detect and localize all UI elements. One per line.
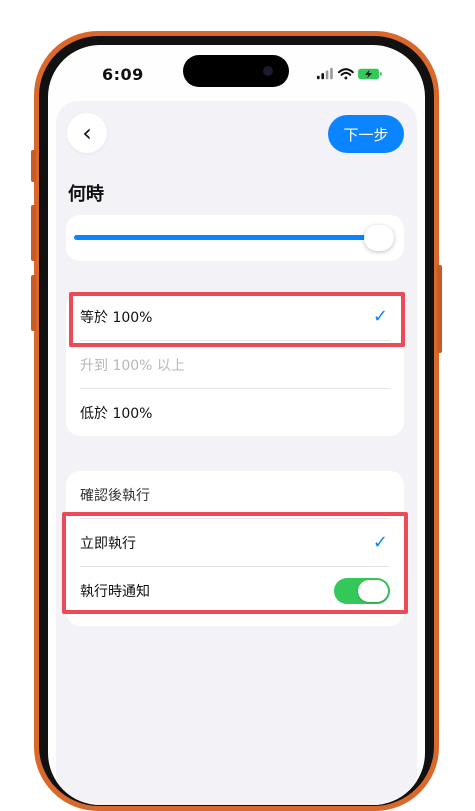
run-group-header: 確認後執行 (66, 471, 404, 518)
wifi-icon (337, 68, 354, 80)
power-button (437, 265, 442, 353)
camera-icon (263, 66, 273, 76)
volume-down-button (31, 275, 36, 331)
signal-icon (317, 67, 333, 80)
slider-fill (74, 235, 394, 240)
battery-level-slider[interactable] (74, 235, 394, 240)
action-button (31, 150, 36, 182)
status-time: 6:09 (102, 65, 144, 84)
dynamic-island (183, 55, 289, 87)
next-button[interactable]: 下一步 (328, 115, 404, 153)
battery-level-slider-card (66, 215, 404, 261)
option-above-100: 升到 100% 以上 (66, 341, 404, 388)
highlight-box-run-settings (62, 512, 408, 614)
slider-thumb[interactable] (364, 225, 394, 251)
run-group-header-label: 確認後執行 (80, 487, 150, 504)
volume-up-button (31, 205, 36, 261)
battery-charging-icon (358, 68, 382, 80)
back-button[interactable]: ‹ (67, 113, 107, 153)
screen: 6:09 ‹ 下一步 何時 等於 100% ✓ 升到 100% 以上 低於 10… (48, 45, 425, 805)
option-label: 升到 100% 以上 (80, 357, 185, 374)
status-icons (317, 67, 382, 80)
chevron-left-icon: ‹ (82, 119, 92, 147)
automation-sheet: ‹ 下一步 何時 等於 100% ✓ 升到 100% 以上 低於 100% 確認… (56, 101, 417, 805)
highlight-box-equal-100 (69, 292, 405, 347)
section-title: 何時 (68, 184, 104, 205)
option-below-100[interactable]: 低於 100% (66, 389, 404, 436)
option-label: 低於 100% (80, 405, 153, 422)
